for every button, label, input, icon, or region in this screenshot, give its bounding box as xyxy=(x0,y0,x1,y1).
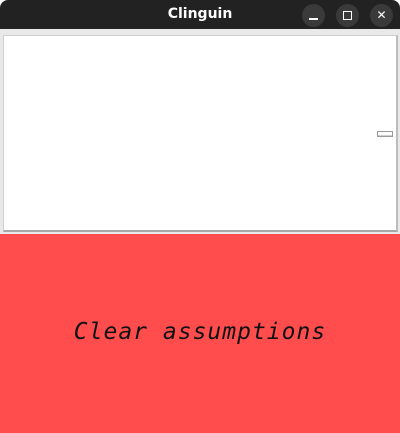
clear-assumptions-label: Clear assumptions xyxy=(73,319,327,345)
clear-assumptions-button[interactable]: Clear assumptions xyxy=(0,234,400,433)
title-bar: Clinguin ✕ xyxy=(0,0,400,29)
maximize-icon xyxy=(343,11,352,20)
minimize-button[interactable] xyxy=(302,4,325,27)
maximize-button[interactable] xyxy=(336,4,359,27)
close-icon: ✕ xyxy=(376,8,387,22)
app-window: Clinguin ✕ Clear assumptions xyxy=(0,0,400,433)
minimize-icon xyxy=(309,18,318,20)
main-content: Clear assumptions xyxy=(0,29,400,433)
top-panel xyxy=(3,35,398,232)
resize-handle[interactable] xyxy=(377,131,393,137)
close-button[interactable]: ✕ xyxy=(370,4,393,27)
